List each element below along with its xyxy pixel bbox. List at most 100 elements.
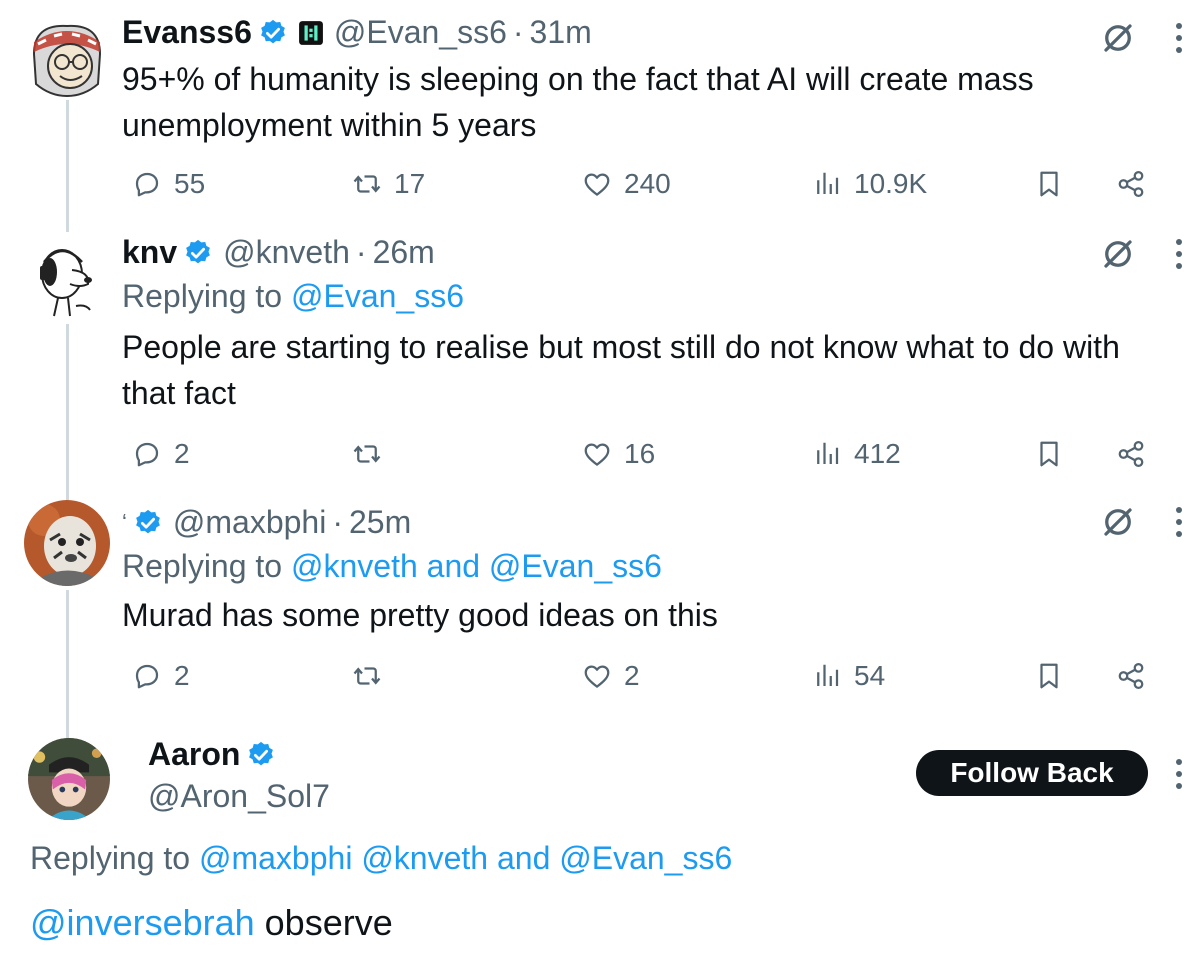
avatar[interactable] xyxy=(24,14,110,100)
like-count: 16 xyxy=(624,438,656,469)
retweet-button[interactable]: 17 xyxy=(352,164,425,204)
share-icon xyxy=(1116,439,1146,469)
separator: · xyxy=(355,234,367,270)
replying-to-mentions[interactable]: @knveth and @Evan_ss6 xyxy=(291,548,662,584)
view-count: 412 xyxy=(854,438,901,469)
tweet-text: 95+% of humanity is sleeping on the fact… xyxy=(122,61,1034,143)
action-bar: 55 17 240 10.9K xyxy=(122,164,1162,204)
tweet-header: Evanss6 @Evan_ss6 · 31m xyxy=(122,14,592,51)
tweet-text: People are starting to realise but most … xyxy=(122,329,1120,411)
bookmark-button[interactable] xyxy=(1034,434,1064,474)
bookmark-icon xyxy=(1034,661,1064,691)
view-count: 10.9K xyxy=(854,168,928,199)
bookmark-icon xyxy=(1034,439,1064,469)
avatar[interactable] xyxy=(24,236,110,322)
display-name[interactable]: knv xyxy=(122,234,177,271)
mention-link[interactable]: @inversebrah xyxy=(30,902,255,943)
replying-to: Replying to @maxbphi @knveth and @Evan_s… xyxy=(30,840,732,877)
replying-to: Replying to @Evan_ss6 xyxy=(122,278,464,315)
replying-to-label: Replying to xyxy=(30,840,191,876)
grok-icon[interactable] xyxy=(1100,236,1136,272)
view-count: 54 xyxy=(854,660,886,691)
share-button[interactable] xyxy=(1116,164,1146,204)
display-name[interactable]: ʻ xyxy=(122,510,127,536)
grok-icon[interactable] xyxy=(1100,20,1136,56)
replying-to-mentions[interactable]: @maxbphi @knveth and @Evan_ss6 xyxy=(199,840,732,876)
bookmark-button[interactable] xyxy=(1034,164,1064,204)
follow-back-button[interactable]: Follow Back xyxy=(916,750,1148,796)
like-button[interactable]: 16 xyxy=(582,434,655,474)
thread-line xyxy=(66,324,69,502)
share-button[interactable] xyxy=(1116,656,1146,696)
reply-count: 2 xyxy=(174,660,190,691)
tweet-text: Murad has some pretty good ideas on this xyxy=(122,597,718,633)
verified-badge-icon xyxy=(258,18,288,48)
views-icon xyxy=(812,661,842,691)
more-options-icon[interactable] xyxy=(1172,504,1186,540)
retweet-icon xyxy=(352,661,382,691)
views-icon xyxy=(812,169,842,199)
affiliate-badge-icon[interactable] xyxy=(298,20,324,46)
like-icon xyxy=(582,169,612,199)
display-name[interactable]: Aaron xyxy=(148,736,240,773)
user-handle[interactable]: @Aron_Sol7 xyxy=(148,778,330,815)
reply-button[interactable]: 2 xyxy=(132,656,190,696)
replying-to-label: Replying to xyxy=(122,548,283,584)
views-button[interactable]: 54 xyxy=(812,656,885,696)
avatar[interactable] xyxy=(24,500,110,586)
replying-to-label: Replying to xyxy=(122,278,283,314)
share-button[interactable] xyxy=(1116,434,1146,474)
more-options-icon[interactable] xyxy=(1172,236,1186,272)
like-count: 2 xyxy=(624,660,640,691)
timestamp[interactable]: 25m xyxy=(349,504,411,541)
views-icon xyxy=(812,439,842,469)
action-bar: 2 2 54 xyxy=(122,656,1162,696)
replying-to: Replying to @knveth and @Evan_ss6 xyxy=(122,548,662,585)
views-button[interactable]: 412 xyxy=(812,434,901,474)
thread-line xyxy=(66,590,69,738)
bookmark-button[interactable] xyxy=(1034,656,1064,696)
verified-badge-icon xyxy=(183,238,213,268)
bookmark-icon xyxy=(1034,169,1064,199)
reply-button[interactable]: 2 xyxy=(132,434,190,474)
tweet-body-text: observe xyxy=(254,902,393,943)
reply-button[interactable]: 55 xyxy=(132,164,205,204)
timestamp[interactable]: 31m xyxy=(530,14,592,51)
retweet-icon xyxy=(352,439,382,469)
reply-icon xyxy=(132,661,162,691)
action-bar: 2 16 412 xyxy=(122,434,1162,474)
display-name[interactable]: Evanss6 xyxy=(122,14,252,51)
grok-icon[interactable] xyxy=(1100,504,1136,540)
avatar[interactable] xyxy=(28,738,110,820)
views-button[interactable]: 10.9K xyxy=(812,164,927,204)
like-button[interactable]: 2 xyxy=(582,656,640,696)
user-handle[interactable]: @Evan_ss6 xyxy=(334,14,507,51)
retweet-button[interactable] xyxy=(352,434,394,474)
focused-name-row: Aaron xyxy=(148,736,276,773)
like-icon xyxy=(582,439,612,469)
user-handle[interactable]: @maxbphi xyxy=(173,504,326,541)
reply-count: 2 xyxy=(174,438,190,469)
separator: · xyxy=(512,14,524,50)
more-options-icon[interactable] xyxy=(1172,20,1186,56)
reply-icon xyxy=(132,439,162,469)
like-icon xyxy=(582,661,612,691)
separator: · xyxy=(332,504,343,540)
user-handle[interactable]: @knveth xyxy=(223,234,350,271)
timestamp[interactable]: 26m xyxy=(373,234,435,271)
like-button[interactable]: 240 xyxy=(582,164,671,204)
thread-line xyxy=(66,100,69,232)
more-options-icon[interactable] xyxy=(1172,756,1186,792)
like-count: 240 xyxy=(624,168,671,199)
verified-badge-icon xyxy=(246,740,276,770)
reply-count: 55 xyxy=(174,168,206,199)
tweet-header: ʻ @maxbphi · 25m xyxy=(122,504,411,541)
share-icon xyxy=(1116,661,1146,691)
retweet-button[interactable] xyxy=(352,656,394,696)
retweet-icon xyxy=(352,169,382,199)
reply-icon xyxy=(132,169,162,199)
verified-badge-icon xyxy=(133,508,163,538)
replying-to-mentions[interactable]: @Evan_ss6 xyxy=(291,278,464,314)
tweet-header: knv @knveth · 26m xyxy=(122,234,435,271)
focused-tweet-text: @inversebrah observe xyxy=(30,902,393,944)
